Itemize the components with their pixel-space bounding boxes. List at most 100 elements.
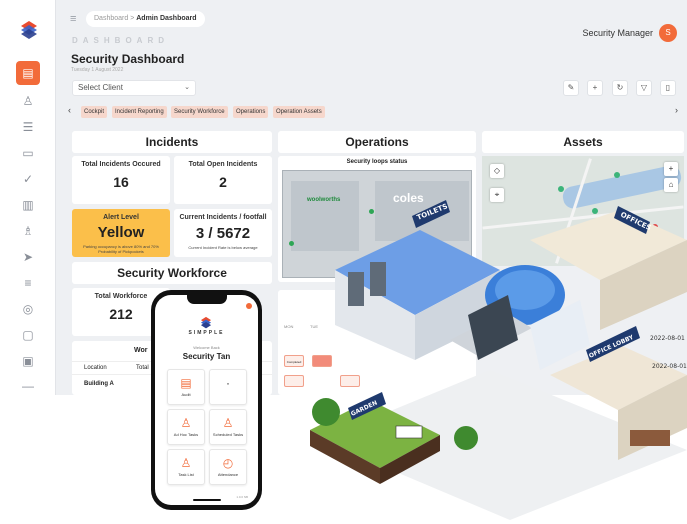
attendance-icon: ◴ bbox=[222, 456, 234, 470]
simpple-logo bbox=[21, 21, 37, 39]
user-icon[interactable]: ♙ bbox=[19, 92, 37, 110]
export-button[interactable]: ▯ bbox=[660, 80, 676, 96]
robot-cart bbox=[395, 425, 423, 439]
phone-user-name: Security Tan bbox=[182, 352, 231, 361]
check-circle-icon[interactable]: ◎ bbox=[19, 300, 37, 318]
alert-level-card: Alert Level Yellow Parking occupancy is … bbox=[72, 209, 170, 257]
alert-level-label: Alert Level bbox=[103, 214, 139, 221]
database-icon[interactable]: ☰ bbox=[19, 118, 37, 136]
building-icon[interactable]: ▥ bbox=[19, 196, 37, 214]
clipboard-icon[interactable]: ▢ bbox=[19, 326, 37, 344]
scheduled-tasks-icon: ♙ bbox=[222, 416, 234, 430]
phone-notch bbox=[187, 295, 227, 304]
filter-icon[interactable]: ≡ bbox=[19, 274, 37, 292]
tile-label: Ad Hoc Tasks bbox=[173, 432, 199, 437]
page-title: Security Dashboard bbox=[71, 52, 185, 66]
open-incidents-value: 2 bbox=[219, 174, 227, 190]
date-label: 2022-08-01 bbox=[652, 363, 687, 370]
assets-title: Assets bbox=[482, 131, 684, 153]
edit-button[interactable]: ✎ bbox=[563, 80, 579, 96]
open-incidents-label: Total Open Incidents bbox=[188, 161, 258, 168]
operations-title: Operations bbox=[278, 131, 476, 153]
tile-ad-hoc-tasks[interactable]: ♙ Ad Hoc Tasks bbox=[167, 409, 205, 445]
toilets-sign: TOILETS bbox=[412, 200, 450, 228]
client-select[interactable]: Select Client ⌄ bbox=[72, 80, 196, 96]
tab-operations[interactable]: Operations bbox=[233, 106, 269, 118]
avatar[interactable]: S bbox=[659, 24, 677, 42]
menu-icon[interactable]: ≡ bbox=[70, 13, 76, 25]
cal-day-label: MON bbox=[284, 324, 294, 329]
tab-incident-reporting[interactable]: Incident Reporting bbox=[112, 106, 167, 118]
tab-cockpit[interactable]: Cockpit bbox=[81, 106, 108, 118]
client-select-value: Select Client bbox=[78, 83, 123, 92]
tile-label: Task List bbox=[178, 472, 194, 477]
simpple-logo-icon bbox=[200, 316, 212, 329]
edit-icon: ✎ bbox=[567, 83, 575, 92]
tile-audit[interactable]: ▤ Audit bbox=[167, 369, 205, 405]
incidents-title: Incidents bbox=[72, 131, 272, 153]
more-icon[interactable]: — bbox=[19, 377, 37, 395]
workforce-title: Security Workforce bbox=[72, 262, 272, 284]
breadcrumb-root[interactable]: Dashboard bbox=[94, 15, 128, 22]
total-incidents-card: Total Incidents Occured 16 bbox=[72, 156, 170, 204]
user-role[interactable]: Security Manager bbox=[582, 28, 653, 38]
checkpoint-marker[interactable] bbox=[289, 241, 294, 246]
date-label: 2022-08-01 bbox=[650, 335, 685, 342]
chevron-left-icon[interactable]: ‹ bbox=[68, 105, 71, 115]
notification-icon[interactable] bbox=[246, 303, 252, 309]
tree bbox=[312, 398, 340, 426]
security-loops-title: Security loops status bbox=[346, 159, 408, 165]
refresh-button[interactable]: ↻ bbox=[612, 80, 628, 96]
app-version: 1.0.0 NB bbox=[236, 495, 248, 499]
tile-scheduled-tasks[interactable]: ♙ Scheduled Tasks bbox=[209, 409, 247, 445]
tabs-row: ‹ Cockpit Incident Reporting Security Wo… bbox=[68, 105, 680, 119]
bird-icon[interactable]: ✓ bbox=[19, 170, 37, 188]
send-icon[interactable]: ➤ bbox=[19, 248, 37, 266]
toilet-stall bbox=[348, 272, 364, 306]
team-icon[interactable]: ♗ bbox=[19, 222, 37, 240]
audit-icon: ▤ bbox=[180, 376, 192, 390]
footfall-note: Current Incident Rate is below average bbox=[188, 245, 258, 250]
breadcrumb-current: Admin Dashboard bbox=[136, 15, 197, 22]
alert-level-value: Yellow bbox=[97, 224, 145, 241]
home-icon[interactable]: ⌂ bbox=[664, 178, 678, 192]
col-location: Location bbox=[84, 365, 107, 371]
tile-label: Attendance bbox=[217, 472, 239, 477]
tile-label: Audit bbox=[181, 392, 191, 397]
tile-blank[interactable]: · bbox=[209, 369, 247, 405]
chevron-right-icon[interactable]: › bbox=[675, 105, 678, 115]
asset-marker[interactable] bbox=[558, 186, 564, 192]
chevron-down-icon: ⌄ bbox=[184, 84, 190, 91]
open-incidents-card: Total Open Incidents 2 bbox=[174, 156, 272, 204]
layers-icon[interactable]: ◇ bbox=[490, 164, 504, 178]
home-indicator[interactable] bbox=[193, 499, 221, 501]
phone-welcome: Welcome Back bbox=[193, 345, 220, 350]
reception-desk bbox=[630, 430, 670, 446]
breadcrumb: Dashboard > Admin Dashboard bbox=[86, 11, 205, 27]
tile-attendance[interactable]: ◴ Attendance bbox=[209, 449, 247, 485]
footfall-value: 3 / 5672 bbox=[195, 225, 251, 242]
tile-task-list[interactable]: ♙ Task List bbox=[167, 449, 205, 485]
zoom-in-icon[interactable]: + bbox=[664, 162, 678, 176]
inbox-icon[interactable]: ▣ bbox=[19, 352, 37, 370]
dashboard-icon[interactable]: ▤ bbox=[16, 61, 40, 85]
plus-icon: + bbox=[592, 83, 598, 92]
folder-icon[interactable]: ▭ bbox=[19, 144, 37, 162]
col-total: Total bbox=[136, 365, 149, 371]
add-button[interactable]: + bbox=[587, 80, 603, 96]
tab-security-workforce[interactable]: Security Workforce bbox=[171, 106, 228, 118]
workforce-table-title: Wor bbox=[134, 347, 148, 354]
ad-hoc-tasks-icon: ♙ bbox=[180, 416, 192, 430]
phone-mockup: SIMPPLE Welcome Back Security Tan ▤ Audi… bbox=[151, 290, 262, 510]
asset-marker[interactable] bbox=[614, 172, 620, 178]
total-incidents-label: Total Incidents Occured bbox=[81, 161, 161, 168]
row-location: Building A bbox=[84, 381, 114, 387]
funnel-icon: ▽ bbox=[640, 83, 648, 92]
footfall-label: Current Incidents / footfall bbox=[179, 214, 267, 221]
page-date: Tuesday 1 August 2022 bbox=[71, 67, 124, 73]
phone-brand: SIMPPLE bbox=[188, 330, 225, 336]
task-list-icon: ♙ bbox=[180, 456, 192, 470]
filter-button[interactable]: ▽ bbox=[636, 80, 652, 96]
tab-operation-assets[interactable]: Operation Assets bbox=[273, 106, 325, 118]
loading-icon: · bbox=[226, 376, 230, 390]
